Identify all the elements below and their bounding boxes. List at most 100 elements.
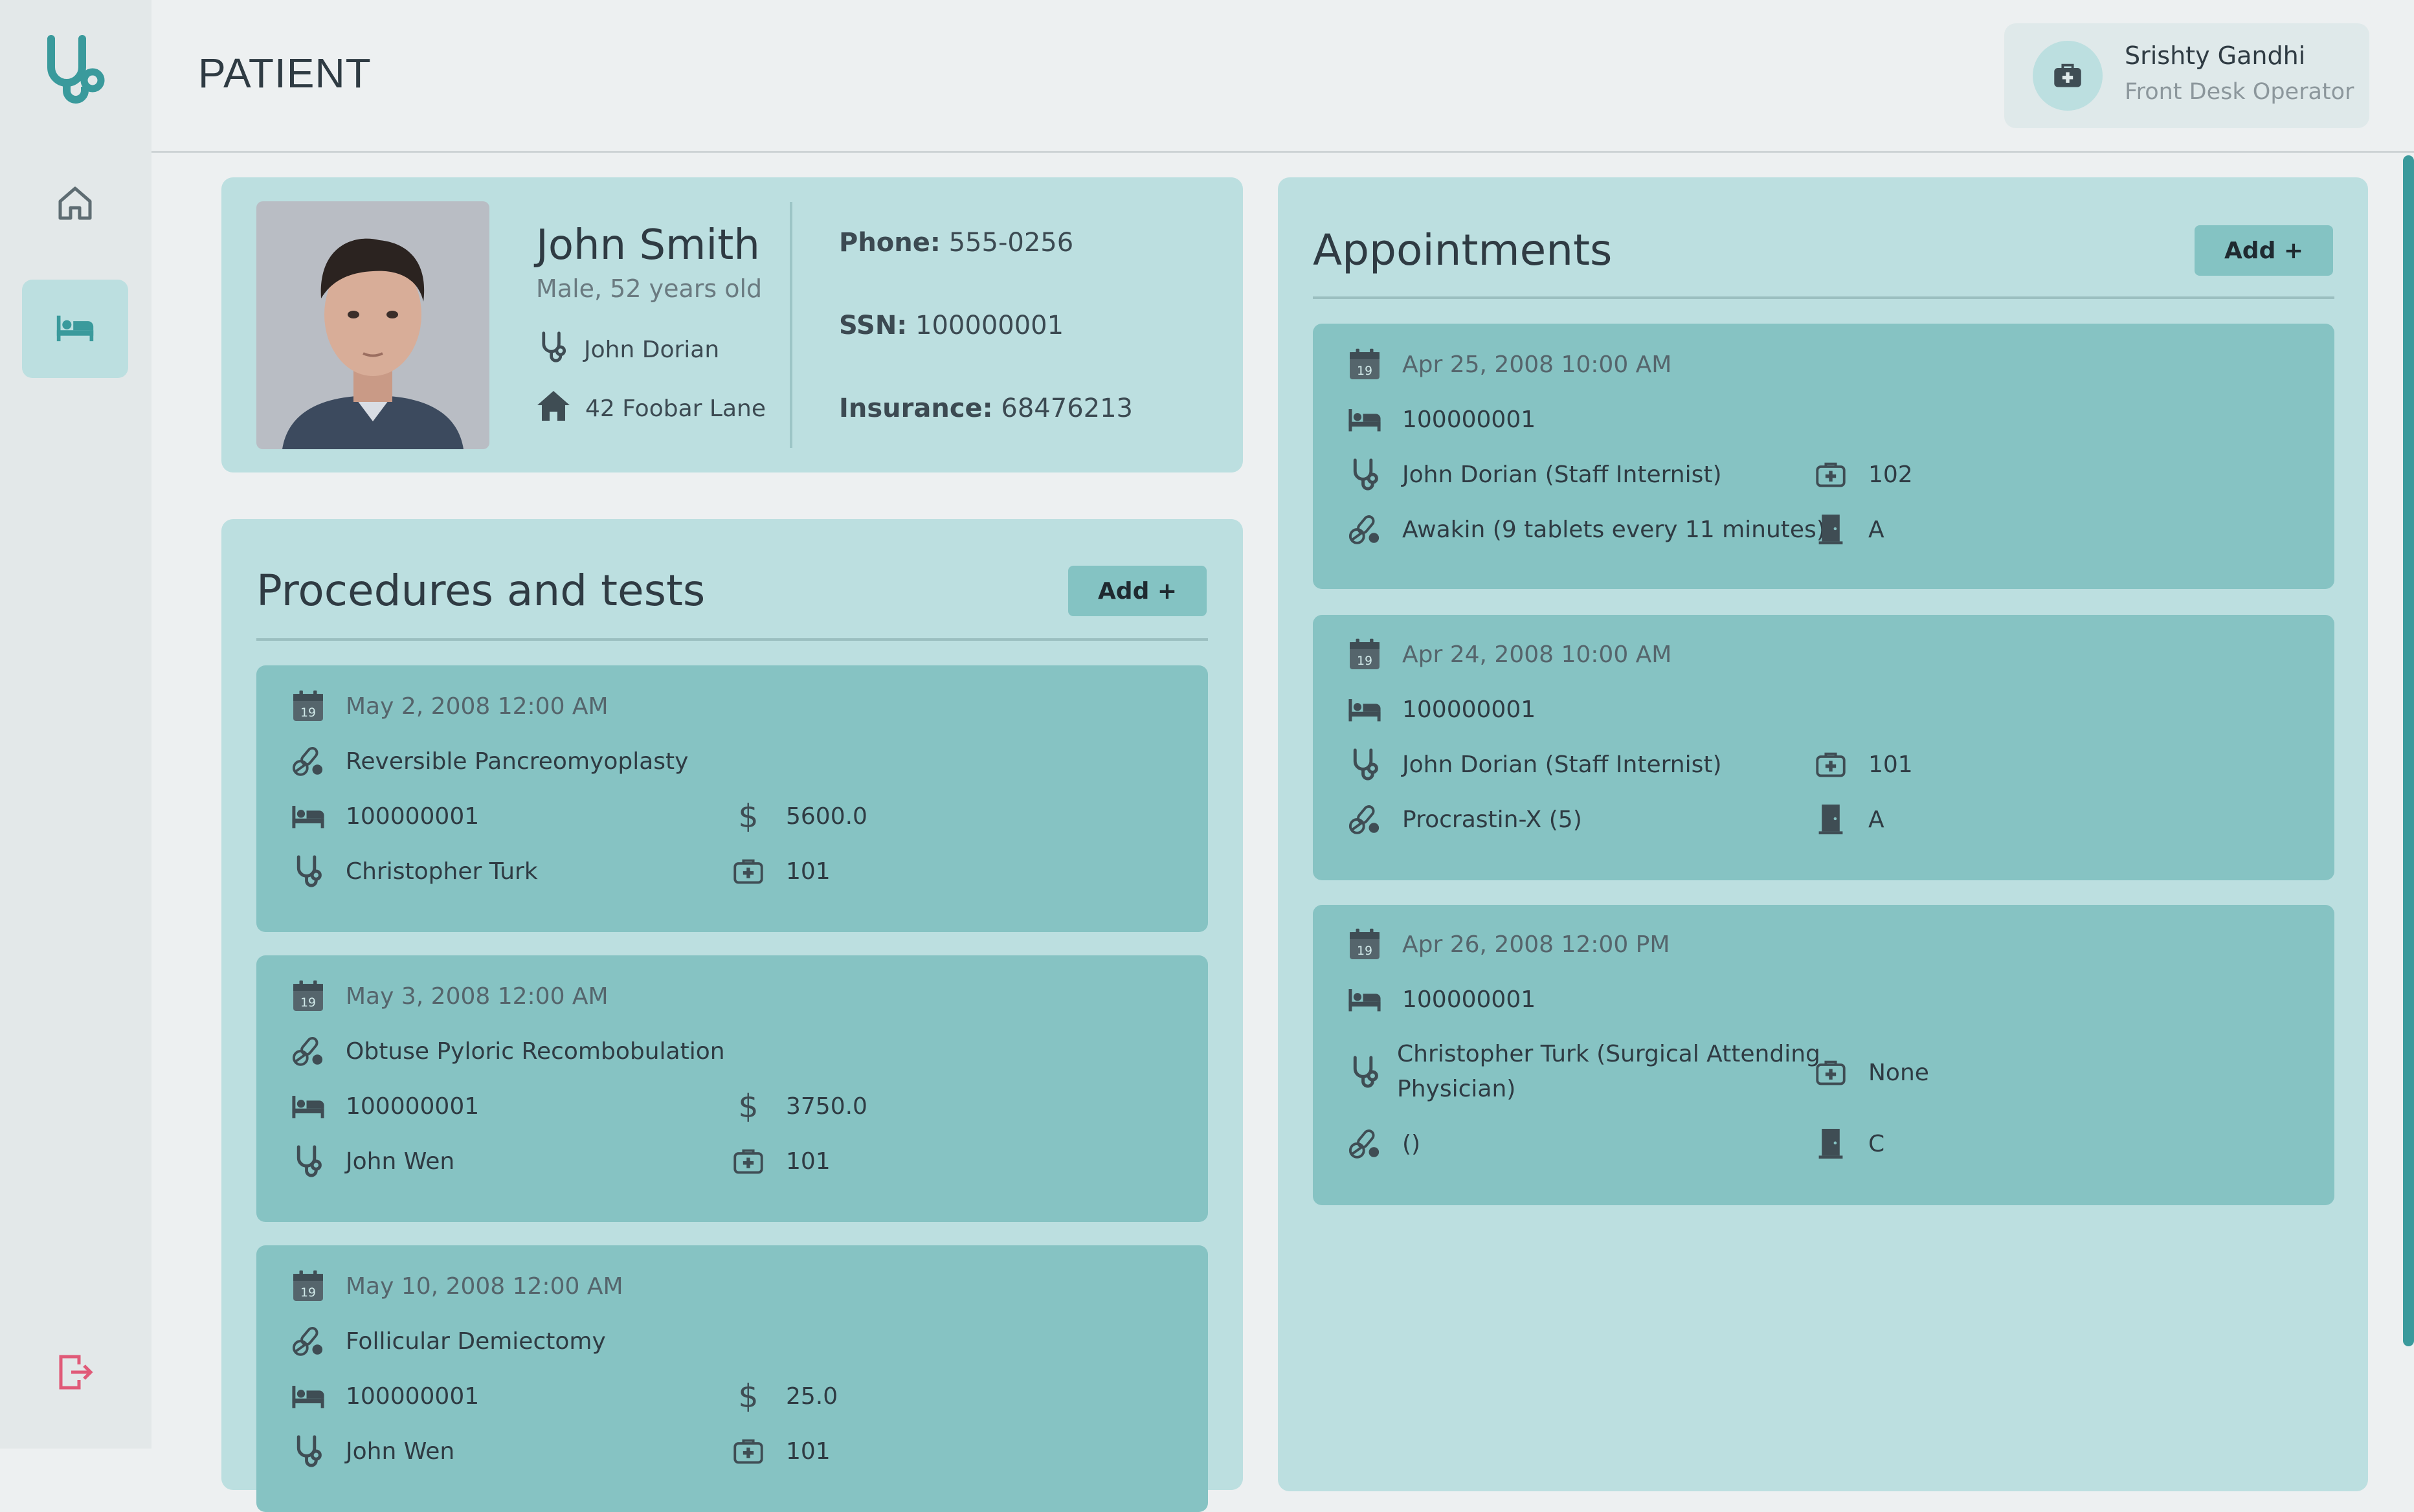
calendar-icon [1345, 927, 1384, 962]
procedure-date: May 2, 2008 12:00 AM [289, 689, 609, 724]
procedure-physician: Christopher Turk [289, 854, 538, 889]
procedure-date: May 3, 2008 12:00 AM [289, 979, 609, 1014]
patient-profile-card: John Smith Male, 52 years old John Doria… [221, 177, 1243, 472]
bed-icon [289, 1089, 328, 1124]
procedure-cost: 3750.0 [729, 1089, 867, 1124]
patient-ssn: SSN: 100000001 [839, 311, 1064, 340]
user-card[interactable]: Srishty Gandhi Front Desk Operator [2004, 23, 2369, 128]
medical-case-icon [1811, 457, 1850, 492]
bed-icon [1345, 402, 1384, 437]
patient-phone: Phone: 555-0256 [839, 228, 1074, 258]
procedure-cost: 5600.0 [729, 799, 867, 834]
stethoscope-logo-icon[interactable] [42, 34, 109, 105]
calendar-icon [289, 689, 328, 724]
patient-photo [256, 201, 489, 449]
pills-icon [1345, 1126, 1384, 1161]
appointment-card[interactable]: Apr 25, 2008 10:00 AM 100000001 John Dor… [1313, 324, 2334, 589]
procedure-cost: 25.0 [729, 1379, 838, 1414]
patient-gender-age: Male, 52 years old [536, 274, 763, 303]
appointment-block: A [1811, 512, 1884, 547]
procedure-room: 101 [729, 1434, 831, 1469]
pills-icon [289, 744, 328, 779]
add-appointment-button[interactable]: Add + [2195, 225, 2333, 276]
calendar-icon [1345, 347, 1384, 382]
dollar-icon [729, 1379, 768, 1414]
bed-icon [289, 799, 328, 834]
user-name: Srishty Gandhi [2125, 41, 2306, 70]
appointment-date: Apr 25, 2008 10:00 AM [1345, 347, 1671, 382]
home-icon [56, 184, 94, 225]
procedure-patient: 100000001 [289, 1089, 479, 1124]
top-header: PATIENT Srishty Gandhi Front Desk Operat… [151, 0, 2414, 153]
medical-case-icon [1811, 747, 1850, 782]
calendar-icon [289, 979, 328, 1014]
patient-address: 42 Foobar Lane [536, 390, 766, 428]
stethoscope-icon [289, 854, 328, 889]
stethoscope-icon [1345, 457, 1384, 492]
procedure-name: Obtuse Pyloric Recombobulation [289, 1034, 725, 1069]
procedures-rule [256, 638, 1208, 641]
bed-icon [1345, 982, 1384, 1017]
appointment-medication: Awakin (9 tablets every 11 minutes) [1345, 512, 1826, 547]
procedure-date: May 10, 2008 12:00 AM [289, 1269, 623, 1304]
door-icon [1811, 512, 1850, 547]
procedure-patient: 100000001 [289, 1379, 479, 1414]
dollar-icon [729, 799, 768, 834]
medical-case-icon [2033, 41, 2103, 111]
appointment-medication: () [1345, 1126, 1420, 1161]
stethoscope-icon [1345, 1054, 1384, 1089]
appointment-room: 101 [1811, 747, 1913, 782]
pills-icon [1345, 512, 1384, 547]
stethoscope-icon [536, 330, 570, 370]
sidebar-item-home[interactable] [22, 155, 128, 254]
procedure-card[interactable]: May 2, 2008 12:00 AM Reversible Pancreom… [256, 665, 1208, 932]
appointment-room: None [1811, 1055, 1929, 1090]
medical-case-icon [729, 854, 768, 889]
pills-icon [1345, 802, 1384, 837]
sidebar [0, 0, 151, 1449]
procedure-physician: John Wen [289, 1144, 454, 1179]
appointment-physician: John Dorian (Staff Internist) [1345, 747, 1722, 782]
appointment-block: A [1811, 802, 1884, 837]
calendar-icon [289, 1269, 328, 1304]
appointment-room: 102 [1811, 457, 1913, 492]
medical-case-icon [729, 1434, 768, 1469]
door-icon [1811, 1126, 1850, 1161]
calendar-icon [1345, 637, 1384, 672]
appointment-card[interactable]: Apr 24, 2008 10:00 AM 100000001 John Dor… [1313, 615, 2334, 880]
stethoscope-icon [1345, 747, 1384, 782]
procedure-room: 101 [729, 854, 831, 889]
stethoscope-icon [289, 1144, 328, 1179]
procedure-room: 101 [729, 1144, 831, 1179]
procedure-name: Reversible Pancreomyoplasty [289, 744, 688, 779]
bed-icon [55, 312, 95, 346]
patient-insurance: Insurance: 68476213 [839, 394, 1133, 423]
patient-physician: John Dorian [536, 330, 719, 370]
profile-divider [790, 202, 792, 448]
appointment-physician: Christopher Turk (Surgical Attending Phy… [1345, 1037, 1820, 1107]
scrollbar[interactable] [2403, 155, 2414, 1346]
appointments-rule [1313, 296, 2334, 299]
bed-icon [1345, 692, 1384, 727]
door-icon [1811, 802, 1850, 837]
procedure-physician: John Wen [289, 1434, 454, 1469]
house-icon [536, 390, 571, 428]
appointment-physician: John Dorian (Staff Internist) [1345, 457, 1722, 492]
appointment-patient: 100000001 [1345, 982, 1536, 1017]
pills-icon [289, 1324, 328, 1359]
appointment-card[interactable]: Apr 26, 2008 12:00 PM 100000001 Christop… [1313, 905, 2334, 1205]
pills-icon [289, 1034, 328, 1069]
patient-name: John Smith [536, 221, 760, 269]
appointment-patient: 100000001 [1345, 402, 1536, 437]
procedures-panel: Procedures and tests Add + May 2, 2008 1… [221, 519, 1243, 1512]
add-procedure-button[interactable]: Add + [1068, 566, 1207, 616]
procedure-card[interactable]: May 3, 2008 12:00 AM Obtuse Pyloric Reco… [256, 955, 1208, 1222]
dollar-icon [729, 1089, 768, 1124]
medical-case-icon [1811, 1055, 1850, 1090]
procedure-card[interactable]: May 10, 2008 12:00 AM Follicular Demiect… [256, 1245, 1208, 1512]
sidebar-item-patients[interactable] [22, 280, 128, 378]
procedure-name: Follicular Demiectomy [289, 1324, 606, 1359]
logout-icon[interactable] [57, 1353, 93, 1392]
stethoscope-icon [289, 1434, 328, 1469]
bed-icon [289, 1379, 328, 1414]
